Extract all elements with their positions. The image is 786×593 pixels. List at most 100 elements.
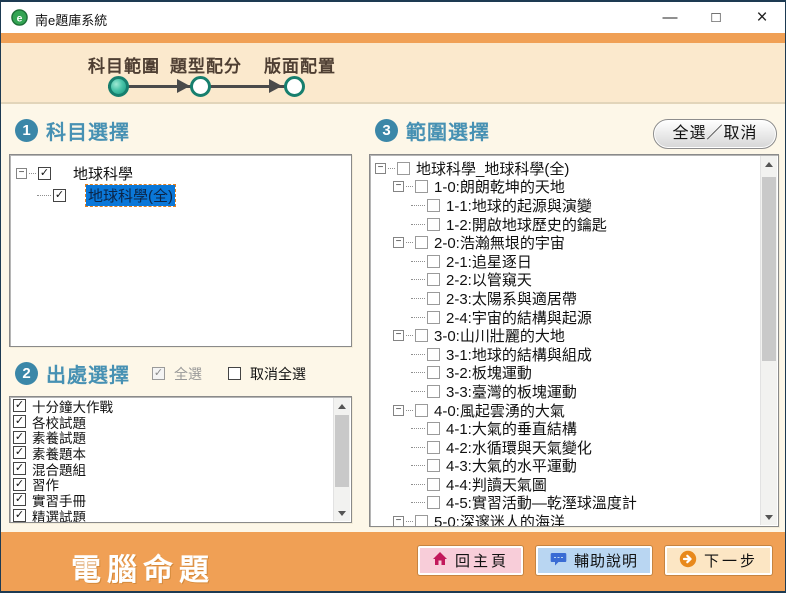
source-item-label: 精選試題: [30, 506, 88, 523]
checkbox[interactable]: ✓: [13, 431, 26, 444]
tree-item[interactable]: − 5-0:深邃迷人的海洋: [370, 512, 778, 527]
button-label: 輔助說明: [574, 550, 638, 571]
tree-connector: [411, 279, 425, 280]
tree-item-label[interactable]: 5-0:深邃迷人的海洋: [432, 511, 567, 527]
checkbox[interactable]: [427, 273, 440, 286]
checkbox[interactable]: [427, 496, 440, 509]
expand-toggle[interactable]: −: [393, 516, 404, 527]
checkbox[interactable]: [415, 515, 428, 527]
section-number-badge: 2: [15, 362, 38, 385]
tree-item-label[interactable]: 地球科學: [71, 163, 135, 184]
tree-item[interactable]: −4-0:風起雲湧的大氣: [370, 401, 778, 420]
expand-toggle[interactable]: −: [393, 181, 404, 192]
tree-item-label[interactable]: 地球科學(全): [86, 185, 175, 206]
checkbox[interactable]: ✓: [152, 367, 165, 380]
tree-item[interactable]: −1-0:朗朗乾坤的天地: [370, 178, 778, 197]
step-indicator: 科目範圍題型配分版面配置: [1, 43, 785, 104]
next-step-button[interactable]: 下一步: [665, 546, 772, 575]
scrollbar-thumb[interactable]: [762, 177, 776, 361]
checkbox[interactable]: [427, 311, 440, 324]
checkbox[interactable]: ✓: [53, 189, 66, 202]
tree-item[interactable]: 4-1:大氣的垂直結構: [370, 419, 778, 438]
close-button[interactable]: ×: [739, 2, 785, 33]
range-tree-scrollbar[interactable]: [760, 156, 777, 525]
tree-item[interactable]: 3-1:地球的結構與組成: [370, 345, 778, 364]
checkbox[interactable]: ✓: [13, 415, 26, 428]
tree-item[interactable]: ✓ 地球科學(全): [10, 184, 351, 206]
checkbox[interactable]: [427, 422, 440, 435]
checkbox[interactable]: ✓: [13, 509, 26, 522]
checkbox[interactable]: [427, 348, 440, 361]
checkbox[interactable]: ✓: [13, 446, 26, 459]
checkbox[interactable]: [427, 255, 440, 268]
checkbox[interactable]: [427, 292, 440, 305]
tree-item[interactable]: −3-0:山川壯麗的大地: [370, 326, 778, 345]
tree-item[interactable]: 4-4:判讀天氣圖: [370, 475, 778, 494]
tree-item[interactable]: 4-3:大氣的水平運動: [370, 457, 778, 476]
checkbox[interactable]: [397, 162, 410, 175]
expand-toggle[interactable]: −: [393, 330, 404, 341]
checkbox[interactable]: [427, 199, 440, 212]
expand-toggle[interactable]: −: [375, 163, 386, 174]
scrollbar-thumb[interactable]: [335, 415, 349, 487]
checkbox[interactable]: ✓: [13, 493, 26, 506]
checkbox[interactable]: [427, 459, 440, 472]
tree-item[interactable]: 1-1:地球的起源與演變: [370, 196, 778, 215]
tree-item[interactable]: 2-2:以管窺天: [370, 271, 778, 290]
tree-item[interactable]: −2-0:浩瀚無垠的宇宙: [370, 233, 778, 252]
tree-item[interactable]: 2-4:宇宙的結構與起源: [370, 308, 778, 327]
tree-item[interactable]: 2-1:追星逐日: [370, 252, 778, 271]
next-arrow-icon: [679, 550, 697, 572]
home-button[interactable]: 回主頁: [418, 546, 523, 575]
tree-item[interactable]: 1-2:開啟地球歷史的鑰匙: [370, 215, 778, 234]
tree-item[interactable]: −地球科學_地球科學(全): [370, 159, 778, 178]
top-accent-strip: [1, 33, 785, 43]
tree-item[interactable]: 2-3:太陽系與適居帶: [370, 289, 778, 308]
checkbox[interactable]: [427, 478, 440, 491]
tree-connector: [411, 391, 425, 392]
checkbox[interactable]: ✓: [13, 399, 26, 412]
chevron-down-icon: [765, 515, 773, 520]
checkbox[interactable]: ✓: [13, 478, 26, 491]
tree-item[interactable]: −✓ 地球科學: [10, 162, 351, 184]
section-title: 出處選擇: [46, 359, 130, 388]
checkbox[interactable]: [415, 180, 428, 193]
checkbox[interactable]: [427, 441, 440, 454]
tree-item[interactable]: 3-3:臺灣的板塊運動: [370, 382, 778, 401]
help-button[interactable]: 輔助說明: [536, 546, 652, 575]
expand-toggle[interactable]: −: [393, 405, 404, 416]
source-list-scrollbar[interactable]: [333, 398, 350, 521]
expand-toggle[interactable]: −: [393, 237, 404, 248]
checkbox[interactable]: ✓: [38, 167, 51, 180]
source-list-panel: ✓十分鐘大作戰✓各校試題✓素養試題✓素養題本✓混合題組✓習作✓實習手冊✓精選試題: [9, 396, 352, 523]
scroll-down-button[interactable]: [334, 505, 350, 521]
tree-connector: [411, 502, 425, 503]
tree-item[interactable]: 3-2:板塊運動: [370, 364, 778, 383]
chevron-up-icon: [765, 162, 773, 167]
checkbox[interactable]: [415, 236, 428, 249]
checkbox[interactable]: [228, 367, 241, 380]
window-controls: —□×: [647, 2, 785, 33]
checkbox[interactable]: [427, 385, 440, 398]
deselect-all-label: 取消全選: [250, 364, 306, 384]
maximize-button[interactable]: □: [693, 2, 739, 33]
tree-connector: [29, 173, 36, 174]
expand-toggle[interactable]: −: [16, 168, 27, 179]
tree-item[interactable]: 4-2:水循環與天氣變化: [370, 438, 778, 457]
scroll-down-button[interactable]: [761, 509, 777, 525]
source-item[interactable]: ✓混合題組: [10, 461, 351, 477]
tree-item[interactable]: 4-5:實習活動—乾溼球溫度計: [370, 494, 778, 513]
deselect-all-checkbox[interactable]: 取消全選: [228, 364, 306, 384]
minimize-button[interactable]: —: [647, 2, 693, 33]
scroll-up-button[interactable]: [761, 156, 777, 172]
checkbox[interactable]: [415, 329, 428, 342]
select-all-checkbox[interactable]: ✓ 全選: [152, 364, 202, 384]
source-item[interactable]: ✓ 精選試題: [10, 508, 351, 523]
scroll-up-button[interactable]: [334, 398, 350, 414]
select-all-toggle-button[interactable]: 全選／取消: [653, 119, 777, 149]
checkbox[interactable]: [427, 366, 440, 379]
checkbox[interactable]: ✓: [13, 462, 26, 475]
checkbox[interactable]: [427, 218, 440, 231]
checkbox[interactable]: [415, 404, 428, 417]
button-label: 回主頁: [455, 550, 509, 571]
